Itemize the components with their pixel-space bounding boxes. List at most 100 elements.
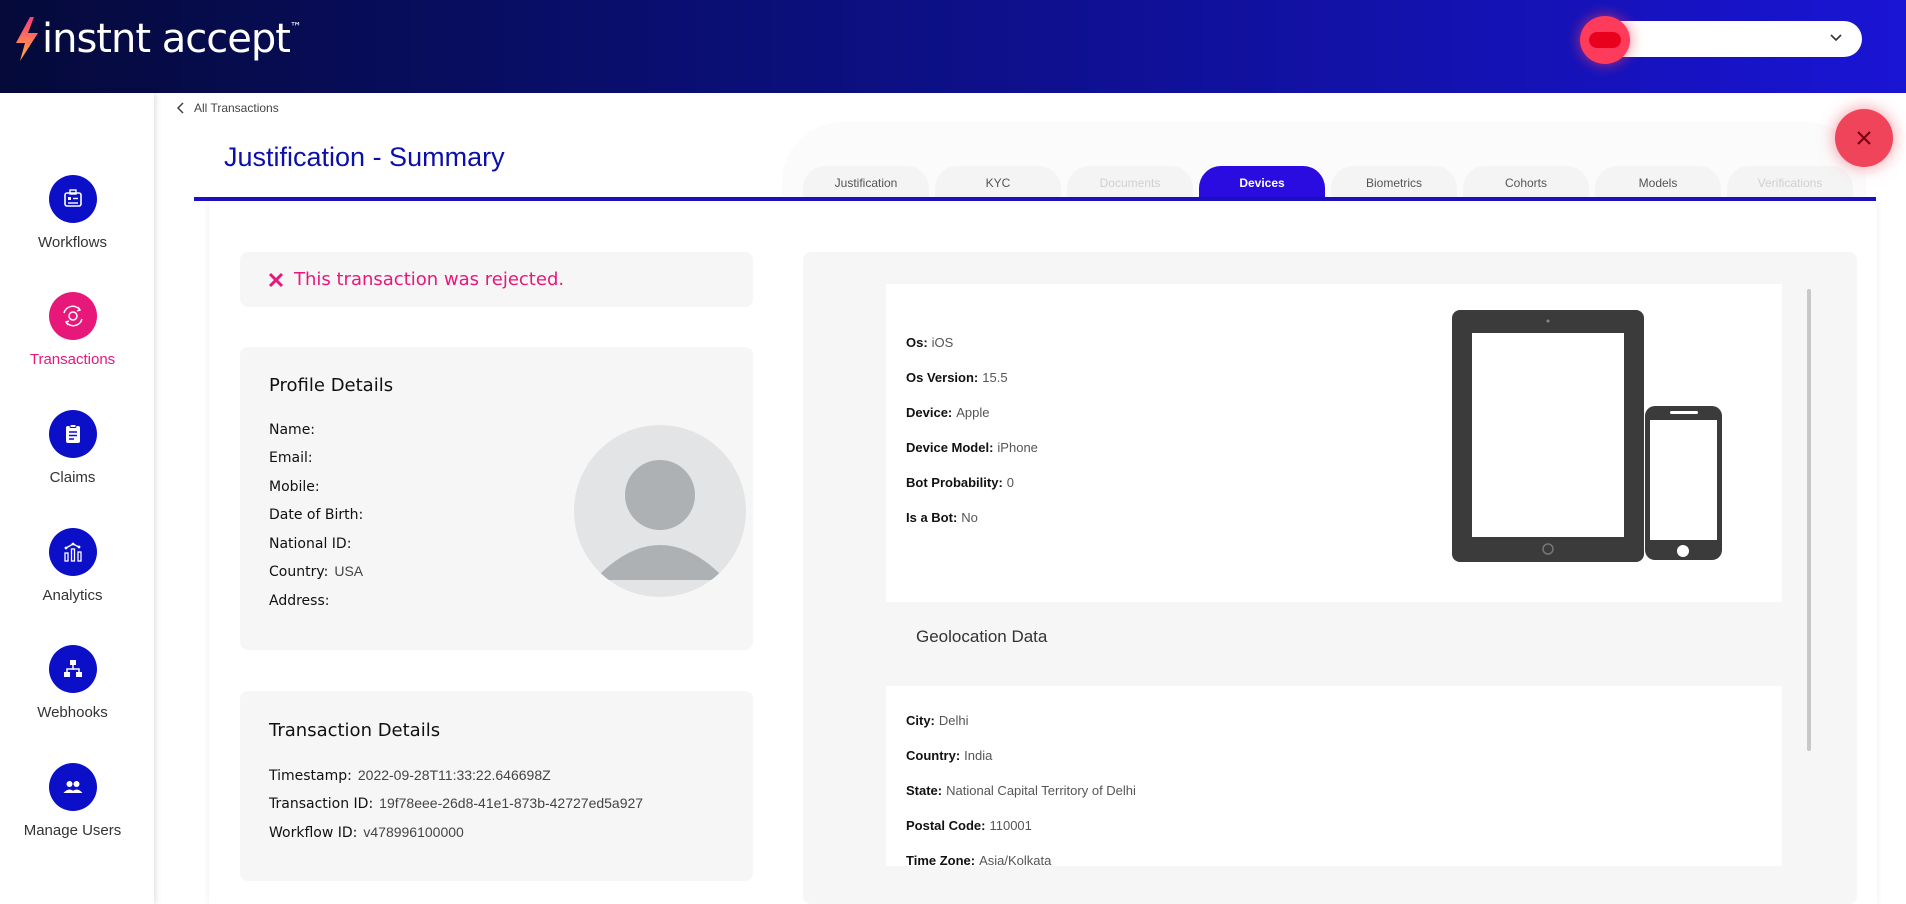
- field-label: Timestamp:: [269, 768, 352, 784]
- transaction-id-row: Transaction ID: 19f78eee-26d8-41e1-873b-4…: [269, 795, 643, 812]
- back-to-transactions-link[interactable]: All Transactions: [176, 101, 279, 115]
- tab-verifications[interactable]: Verifications: [1727, 166, 1853, 200]
- sidebar: Workflows Transactions Claims Analytics …: [0, 93, 154, 904]
- close-button[interactable]: [1835, 109, 1893, 167]
- geo-country-row: Country: India: [906, 748, 992, 763]
- field-value: USA: [334, 563, 364, 579]
- field-label: Country:: [269, 564, 329, 580]
- device-model-row: Device Model: iPhone: [906, 440, 1038, 455]
- field-value: 19f78eee-26d8-41e1-873b-42727ed5a927: [379, 795, 644, 811]
- device-bot-probability-row: Bot Probability: 0: [906, 475, 1014, 490]
- field-label: Date of Birth:: [269, 507, 364, 523]
- field-label: Email:: [269, 450, 313, 466]
- profile-email-row: Email:: [269, 449, 319, 466]
- tab-devices[interactable]: Devices: [1199, 166, 1325, 200]
- page-title: Justification - Summary: [224, 142, 505, 172]
- sidebar-item-manage-users[interactable]: Manage Users: [0, 763, 145, 839]
- transaction-details-title: Transaction Details: [269, 720, 441, 741]
- geo-time-zone-row: Time Zone: Asia/Kolkata: [906, 853, 1051, 866]
- sidebar-item-analytics[interactable]: Analytics: [0, 528, 145, 604]
- devices-scrollbar[interactable]: [1807, 289, 1811, 751]
- transaction-timestamp-row: Timestamp: 2022-09-28T11:33:22.646698Z: [269, 767, 551, 784]
- transaction-details-card: Transaction Details Timestamp: 2022-09-28…: [240, 691, 753, 881]
- geo-postal-code-row: Postal Code: 110001: [906, 818, 1032, 833]
- profile-address-row: Address:: [269, 592, 335, 609]
- tab-models[interactable]: Models: [1595, 166, 1721, 200]
- profile-mobile-row: Mobile:: [269, 478, 326, 495]
- tab-documents[interactable]: Documents: [1067, 166, 1193, 200]
- profile-dob-row: Date of Birth:: [269, 506, 369, 523]
- tab-cohorts[interactable]: Cohorts: [1463, 166, 1589, 200]
- sidebar-item-label: Manage Users: [23, 822, 122, 839]
- device-os-version-row: Os Version: 15.5: [906, 370, 1008, 385]
- field-value: iOS: [931, 335, 954, 350]
- workflow-id-row: Workflow ID: v478996100000: [269, 824, 464, 841]
- field-value: Asia/Kolkata: [979, 853, 1052, 866]
- bolt-icon: [16, 17, 38, 61]
- field-label: Postal Code:: [906, 818, 986, 833]
- sidebar-item-label: Transactions: [29, 351, 116, 368]
- logo-text: instnt accept: [42, 16, 291, 62]
- sidebar-item-label: Analytics: [42, 587, 103, 604]
- field-value: 15.5: [982, 370, 1008, 385]
- top-bar: instnt accept ™: [0, 0, 1906, 93]
- device-is-bot-row: Is a Bot: No: [906, 510, 978, 525]
- field-value: India: [964, 748, 993, 763]
- field-label: Address:: [269, 593, 330, 609]
- field-label: National ID:: [269, 536, 352, 552]
- sidebar-item-label: Claims: [49, 469, 96, 486]
- field-label: Os:: [906, 335, 928, 350]
- account-select[interactable]: [1600, 21, 1862, 57]
- rejected-x-icon: [268, 272, 284, 287]
- geolocation-heading: Geolocation Data: [916, 627, 1048, 646]
- field-value: 110001: [989, 818, 1032, 833]
- workflow-icon: [48, 175, 97, 223]
- rejection-banner: This transaction was rejected.: [240, 252, 753, 307]
- device-device-row: Device: Apple: [906, 405, 990, 420]
- chevron-left-icon: [176, 102, 184, 114]
- device-os-row: Os: iOS: [906, 335, 953, 350]
- field-label: Mobile:: [269, 479, 320, 495]
- field-label: Device:: [906, 405, 953, 420]
- app-logo[interactable]: instnt accept ™: [12, 14, 302, 64]
- account-avatar-button[interactable]: [1580, 16, 1630, 64]
- tab-justification[interactable]: Justification: [803, 166, 929, 200]
- tab-kyc[interactable]: KYC: [935, 166, 1061, 200]
- rejection-message: This transaction was rejected.: [294, 269, 565, 290]
- profile-country-row: Country: USA: [269, 563, 363, 580]
- field-value: 2022-09-28T11:33:22.646698Z: [357, 767, 551, 783]
- sidebar-item-workflows[interactable]: Workflows: [0, 175, 145, 251]
- field-label: Bot Probability:: [906, 475, 1003, 490]
- field-label: Time Zone:: [906, 853, 976, 866]
- transactions-icon: [48, 292, 97, 340]
- field-label: Workflow ID:: [269, 825, 358, 841]
- analytics-icon: [48, 528, 97, 576]
- clipboard-icon: [48, 410, 97, 458]
- field-value: Apple: [956, 405, 990, 420]
- sidebar-item-claims[interactable]: Claims: [0, 410, 145, 486]
- close-icon: [1857, 131, 1871, 145]
- logo-trademark: ™: [289, 20, 302, 34]
- field-value: 0: [1006, 475, 1015, 490]
- profile-national-id-row: National ID:: [269, 535, 357, 552]
- sidebar-item-label: Workflows: [38, 234, 107, 251]
- field-label: Country:: [906, 748, 961, 763]
- sidebar-item-webhooks[interactable]: Webhooks: [0, 645, 145, 721]
- user-silhouette-icon: [594, 460, 726, 580]
- tablet-phone-illustration: [1452, 310, 1722, 562]
- field-label: State:: [906, 783, 943, 798]
- tab-biometrics[interactable]: Biometrics: [1331, 166, 1457, 200]
- geo-state-row: State: National Capital Territory of Delh…: [906, 783, 1136, 798]
- field-label: Name:: [269, 422, 316, 438]
- profile-details-title: Profile Details: [269, 375, 394, 396]
- back-link-label: All Transactions: [194, 101, 279, 115]
- field-value: No: [961, 510, 978, 525]
- chevron-down-icon: [1830, 34, 1842, 42]
- field-label: Transaction ID:: [269, 796, 374, 812]
- geo-city-row: City: Delhi: [906, 713, 969, 728]
- sidebar-item-label: Webhooks: [37, 704, 108, 721]
- field-value: iPhone: [997, 440, 1038, 455]
- sidebar-item-transactions[interactable]: Transactions: [0, 292, 145, 368]
- field-value: Delhi: [938, 713, 969, 728]
- field-label: City:: [906, 713, 935, 728]
